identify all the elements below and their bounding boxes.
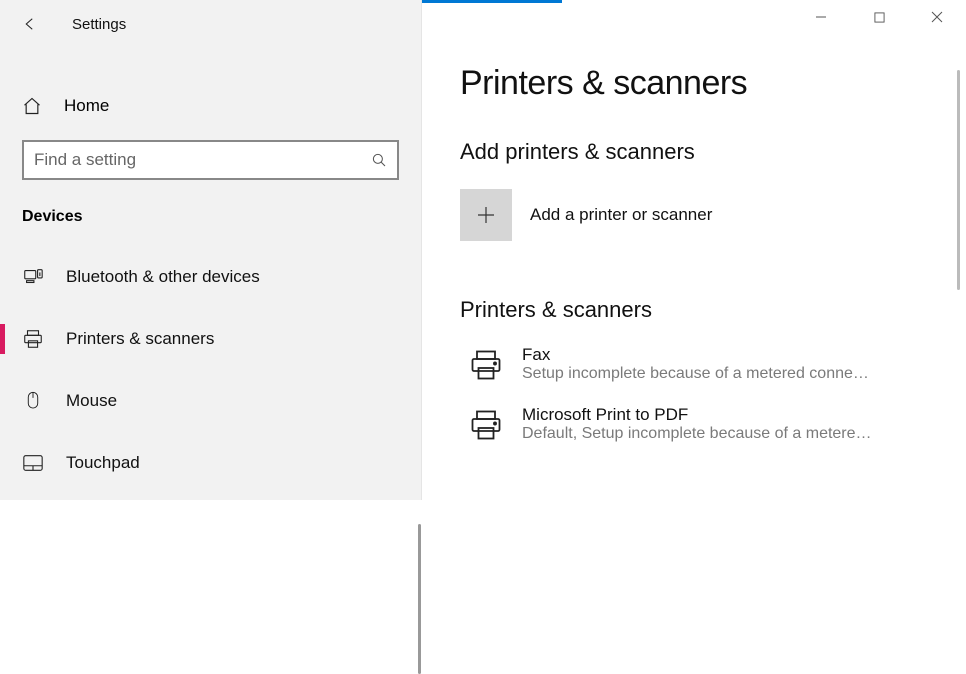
close-button[interactable] <box>908 0 966 34</box>
app-title: Settings <box>72 16 126 33</box>
maximize-button[interactable] <box>850 0 908 34</box>
search-input[interactable] <box>34 150 369 170</box>
device-name: Microsoft Print to PDF <box>522 405 872 425</box>
search-icon <box>369 151 389 169</box>
touchpad-icon <box>22 453 44 473</box>
mouse-icon <box>22 390 44 412</box>
accent-bar <box>422 0 562 3</box>
home-label: Home <box>64 96 109 116</box>
add-printer-row[interactable]: Add a printer or scanner <box>460 189 966 241</box>
device-texts: Fax Setup incomplete because of a metere… <box>522 345 869 383</box>
page-title: Printers & scanners <box>460 64 966 103</box>
sidebar: Settings Home Devices Bluetooth & oth <box>0 0 422 500</box>
section-add-title: Add printers & scanners <box>460 139 966 165</box>
nav-item-printers[interactable]: Printers & scanners <box>0 308 421 370</box>
category-label: Devices <box>0 208 421 226</box>
nav-item-label: Touchpad <box>66 453 140 473</box>
plus-icon <box>474 203 498 227</box>
search-box[interactable] <box>22 140 399 180</box>
nav-item-label: Printers & scanners <box>66 329 214 349</box>
device-row-fax[interactable]: Fax Setup incomplete because of a metere… <box>460 345 966 383</box>
maximize-icon <box>874 12 885 23</box>
nav-item-touchpad[interactable]: Touchpad <box>0 432 421 494</box>
back-arrow-icon <box>21 15 39 33</box>
device-sub: Default, Setup incomplete because of a m… <box>522 425 872 443</box>
back-button[interactable] <box>10 4 50 44</box>
device-row-print-pdf[interactable]: Microsoft Print to PDF Default, Setup in… <box>460 405 966 443</box>
printer-icon <box>460 405 512 443</box>
bluetooth-icon <box>22 266 44 288</box>
minimize-button[interactable] <box>792 0 850 34</box>
device-name: Fax <box>522 345 869 365</box>
add-label: Add a printer or scanner <box>530 205 712 225</box>
nav-item-bluetooth[interactable]: Bluetooth & other devices <box>0 246 421 308</box>
window-controls <box>792 0 966 34</box>
nav-list: Bluetooth & other devices Printers & sca… <box>0 246 421 494</box>
sidebar-header: Settings <box>0 0 421 48</box>
nav-item-mouse[interactable]: Mouse <box>0 370 421 432</box>
sidebar-scrollbar[interactable] <box>418 524 421 674</box>
main-scrollbar[interactable] <box>957 70 960 290</box>
home-nav-item[interactable]: Home <box>0 78 421 134</box>
search-container <box>0 140 421 180</box>
close-icon <box>931 11 943 23</box>
printer-icon <box>460 345 512 383</box>
main-pane: Printers & scanners Add printers & scann… <box>422 0 966 500</box>
home-icon <box>22 96 42 116</box>
add-button[interactable] <box>460 189 512 241</box>
device-sub: Setup incomplete because of a metered co… <box>522 365 869 383</box>
content: Printers & scanners Add printers & scann… <box>422 0 966 443</box>
nav-item-label: Mouse <box>66 391 117 411</box>
nav-item-label: Bluetooth & other devices <box>66 267 260 287</box>
device-texts: Microsoft Print to PDF Default, Setup in… <box>522 405 872 443</box>
minimize-icon <box>815 11 827 23</box>
section-list-title: Printers & scanners <box>460 297 966 323</box>
printer-icon <box>22 328 44 350</box>
